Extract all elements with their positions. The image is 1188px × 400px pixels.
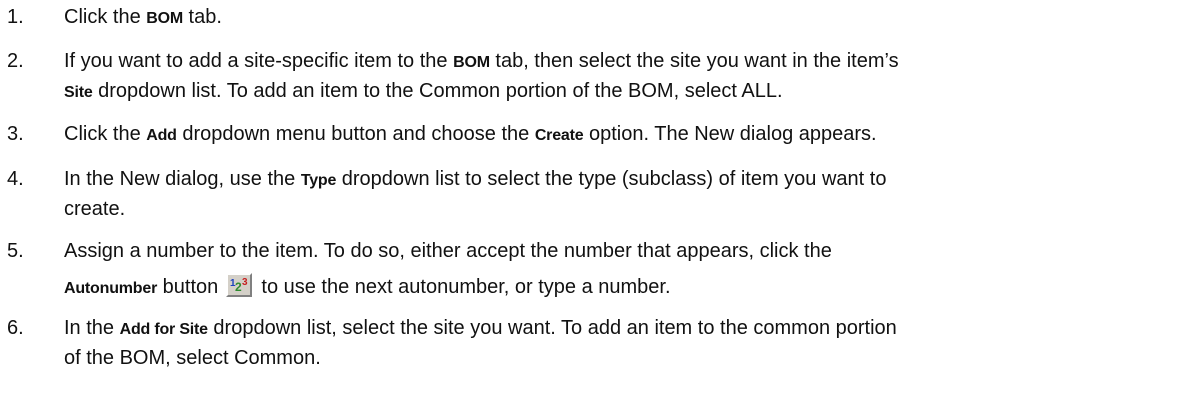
- step-text: Click the Add dropdown menu button and c…: [64, 119, 1174, 149]
- text-run: of the BOM, select Common.: [64, 347, 321, 369]
- step-number: 3.: [7, 123, 24, 145]
- svg-text:2: 2: [235, 280, 242, 294]
- step-number: 1.: [7, 6, 24, 28]
- autonumber-icon-glyph: 123: [230, 277, 248, 294]
- ui-label-add-for-site: Add for Site: [119, 321, 208, 338]
- text-run: In the New dialog, use the: [64, 168, 301, 190]
- autonumber-icon: 123: [225, 273, 252, 297]
- step-text: Assign a number to the item. To do so, e…: [64, 236, 1174, 302]
- step-text: Click the BOM tab.: [64, 2, 1174, 32]
- text-run: If you want to add a site-specific item …: [64, 50, 454, 72]
- step-line: Site dropdown list. To add an item to th…: [64, 76, 1174, 106]
- step-line: create.: [64, 194, 1174, 224]
- text-run: tab.: [182, 6, 222, 28]
- text-run: option. The New dialog appears.: [583, 123, 877, 145]
- step-line: of the BOM, select Common.: [64, 343, 1174, 373]
- text-run: In the: [64, 317, 120, 339]
- step-text: If you want to add a site-specific item …: [64, 46, 1174, 106]
- ui-label-create: Create: [534, 127, 584, 144]
- ui-label-autonumber: Autonumber: [64, 280, 158, 297]
- step-line: In the New dialog, use the Type dropdown…: [64, 164, 1174, 194]
- step-number: 4.: [7, 168, 24, 190]
- step-text: In the New dialog, use the Type dropdown…: [64, 164, 1174, 224]
- text-run: dropdown menu button and choose the: [176, 123, 535, 145]
- text-run: button: [157, 276, 224, 298]
- step-number: 2.: [7, 50, 24, 72]
- text-run: dropdown list. To add an item to the Com…: [92, 80, 783, 102]
- step-text: In the Add for Site dropdown list, selec…: [64, 313, 1174, 373]
- text-run: Click the: [64, 123, 147, 145]
- svg-text:3: 3: [242, 277, 248, 288]
- ui-label-add: Add: [146, 127, 177, 144]
- text-run: Assign a number to the item. To do so, e…: [64, 240, 832, 262]
- step-line: Autonumber button 123 to use the next au…: [64, 272, 1174, 302]
- ui-label-bom-tab: BOM: [453, 54, 490, 71]
- step-line: Click the BOM tab.: [64, 2, 1174, 32]
- text-run: dropdown list to select the type (subcla…: [336, 168, 887, 190]
- step-number: 5.: [7, 240, 24, 262]
- step-line: Click the Add dropdown menu button and c…: [64, 119, 1174, 149]
- ui-label-site: Site: [64, 84, 93, 101]
- text-run: dropdown list, select the site you want.…: [207, 317, 897, 339]
- text-run: tab, then select the site you want in th…: [489, 50, 899, 72]
- step-number: 6.: [7, 317, 24, 339]
- ui-label-bom-tab: BOM: [146, 10, 183, 27]
- step-line: Assign a number to the item. To do so, e…: [64, 236, 1174, 266]
- text-run: create.: [64, 198, 126, 220]
- ui-label-type: Type: [300, 172, 337, 189]
- step-line: If you want to add a site-specific item …: [64, 46, 1174, 76]
- text-run: to use the next autonumber, or type a nu…: [255, 276, 671, 298]
- step-line: In the Add for Site dropdown list, selec…: [64, 313, 1174, 343]
- text-run: Click the: [64, 6, 147, 28]
